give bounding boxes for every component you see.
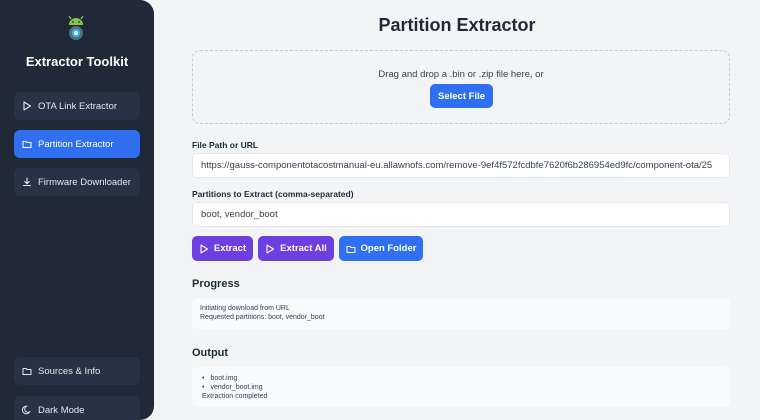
- app-title: Extractor Toolkit: [25, 54, 129, 69]
- sidebar-item-ota-link-extractor[interactable]: OTA Link Extractor: [14, 92, 140, 120]
- output-file-list: boot.img vendor_boot.img: [202, 374, 722, 392]
- file-path-input[interactable]: [192, 153, 730, 178]
- partitions-input[interactable]: [192, 202, 730, 227]
- page-title: Partition Extractor: [378, 15, 536, 35]
- dark-mode-toggle[interactable]: Dark Mode: [14, 396, 140, 420]
- folder-icon: [346, 245, 356, 253]
- extract-all-button-label: Extract All: [280, 243, 327, 254]
- sidebar: Extractor Toolkit OTA Link Extractor Par…: [0, 0, 154, 420]
- sidebar-item-sources-info[interactable]: Sources & Info: [14, 357, 140, 385]
- folder-icon: [22, 368, 32, 375]
- play-icon: [23, 101, 32, 111]
- sidebar-item-label: Sources & Info: [38, 365, 101, 377]
- select-file-button[interactable]: Select File: [430, 84, 493, 108]
- play-icon: [266, 243, 275, 254]
- android-gear-logo-icon: [68, 15, 84, 40]
- sidebar-item-label: OTA Link Extractor: [38, 100, 118, 112]
- extract-button-label: Extract: [213, 243, 247, 254]
- partitions-label: Partitions to Extract (comma-separated): [192, 189, 354, 199]
- progress-line: Requested partitions: boot, vendor_boot: [200, 314, 325, 321]
- download-icon: [22, 177, 32, 187]
- progress-title: Progress: [192, 278, 240, 290]
- progress-log: Initiating download from URL Requested p…: [192, 298, 730, 329]
- sidebar-item-partition-extractor[interactable]: Partition Extractor: [14, 130, 140, 158]
- output-status: Extraction completed: [202, 393, 268, 400]
- file-dropzone[interactable]: Drag and drop a .bin or .zip file here, …: [192, 50, 730, 124]
- play-icon: [200, 243, 208, 254]
- extract-all-button[interactable]: Extract All: [258, 236, 334, 261]
- file-path-label: File Path or URL: [192, 140, 259, 150]
- output-log: boot.img vendor_boot.img Extraction comp…: [192, 367, 730, 407]
- extract-button[interactable]: Extract: [192, 236, 253, 261]
- open-folder-button[interactable]: Open Folder: [339, 236, 423, 261]
- sidebar-item-label: Partition Extractor: [38, 138, 114, 150]
- output-file-item: vendor_boot.img: [202, 383, 722, 392]
- dropzone-text: Drag and drop a .bin or .zip file here, …: [378, 69, 544, 80]
- sidebar-item-label: Firmware Downloader: [38, 176, 131, 188]
- output-file-item: boot.img: [202, 374, 722, 383]
- moon-icon: [22, 405, 31, 415]
- sidebar-item-label: Dark Mode: [38, 404, 85, 416]
- output-title: Output: [192, 347, 229, 359]
- open-folder-button-label: Open Folder: [360, 243, 417, 254]
- progress-line: Initiating download from URL: [200, 305, 290, 312]
- folder-icon: [22, 141, 32, 148]
- main-panel: Partition Extractor Drag and drop a .bin…: [154, 0, 760, 420]
- sidebar-item-firmware-downloader[interactable]: Firmware Downloader: [14, 168, 140, 196]
